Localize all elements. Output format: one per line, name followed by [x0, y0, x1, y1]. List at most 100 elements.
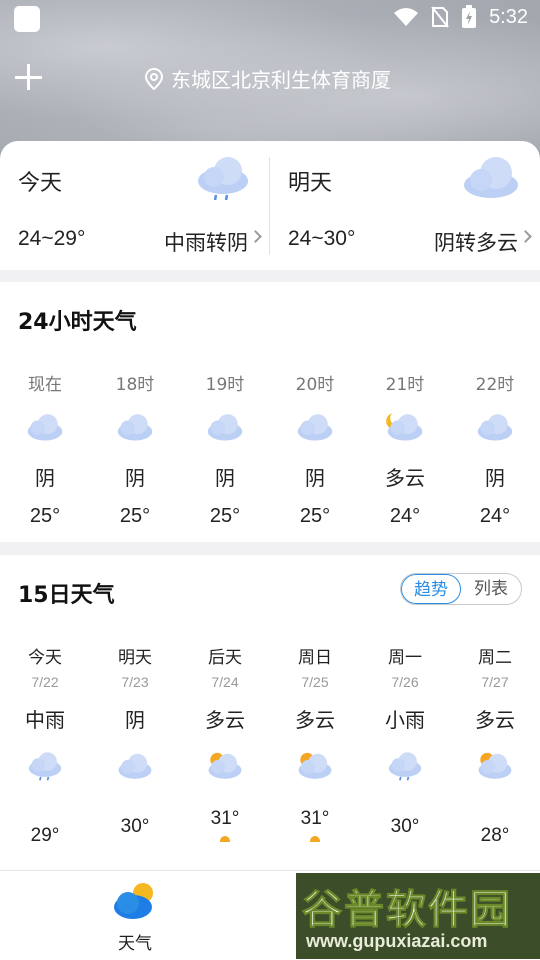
day-date: 7/23 — [121, 674, 149, 690]
day-item: 周一 7/26 小雨 30° — [360, 643, 450, 878]
daily-list[interactable]: 今天 7/22 中雨 29° 明天 7/23 阴 30° 后天 7/24 多云 31° 周日 7/25 多云… — [0, 643, 540, 878]
day-condition: 多云 — [295, 708, 335, 732]
hour-item: 现在阴 25° — [0, 370, 90, 530]
rain-icon — [0, 743, 90, 787]
hour-time: 现在 — [28, 375, 62, 395]
tomorrow-panel[interactable]: 明天 24~30° 阴转多云 — [270, 141, 540, 270]
day-condition: 多云 — [475, 708, 515, 732]
day-condition: 多云 — [205, 708, 245, 732]
status-bar: 5:32 — [0, 0, 540, 38]
tomorrow-label: 明天 — [288, 171, 333, 196]
partly-cloudy-icon — [270, 743, 360, 787]
hour-item: 21时多云 24° — [360, 370, 450, 530]
nav-weather-label: 天气 — [118, 934, 152, 954]
hour-temp: 25° — [29, 505, 61, 527]
weather-tab-icon — [114, 883, 153, 919]
status-icons: 5:32 — [393, 5, 528, 29]
chevron-right-icon — [519, 230, 532, 243]
location-row: 东城区北京利生体育商厦 — [0, 58, 540, 98]
day-high-temp: 28° — [480, 825, 510, 846]
today-panel[interactable]: 今天 24~29° 中雨转阴 — [0, 141, 270, 270]
hour-item: 20时阴 25° — [270, 370, 360, 530]
cloudy-icon — [462, 153, 520, 205]
day-date: 7/27 — [481, 674, 509, 690]
day-condition: 中雨 — [25, 708, 65, 732]
cloudy-icon — [270, 402, 360, 450]
daily-card: 15日天气 趋势 列表 今天 7/22 中雨 29° 明天 7/23 阴 30° 后天 7/24 多… — [0, 555, 540, 875]
hour-condition: 阴 — [35, 466, 55, 490]
day-date: 7/25 — [301, 674, 329, 690]
hourly-list[interactable]: 现在阴 25° 18时阴 25° 19时阴 25° 20时阴 25° 21时 多云 24° 22时阴 2… — [0, 370, 540, 530]
battery-charging-icon — [462, 5, 477, 28]
day-name: 后天 — [208, 648, 242, 668]
nav-weather[interactable]: 天气 — [90, 881, 180, 954]
day-item: 后天 7/24 多云 31° — [180, 643, 270, 878]
hour-temp: 24° — [389, 505, 421, 527]
hourly-title: 24小时天气 — [18, 310, 137, 335]
wifi-icon — [394, 8, 419, 26]
partly-cloudy-icon — [450, 743, 540, 787]
day-high-temp: 30° — [120, 816, 150, 837]
daily-title: 15日天气 — [18, 583, 115, 608]
day-date: 7/26 — [391, 674, 419, 690]
cloudy-icon — [90, 743, 180, 787]
day-name: 周一 — [388, 648, 422, 668]
notification-icon — [14, 6, 40, 32]
hour-temp: 25° — [299, 505, 331, 527]
status-time: 5:32 — [489, 5, 528, 28]
day-name: 周二 — [478, 648, 512, 668]
hour-condition: 多云 — [385, 466, 425, 490]
location[interactable]: 东城区北京利生体育商厦 — [145, 64, 391, 93]
day-high-temp: 31° — [210, 808, 240, 829]
today-condition: 中雨转阴 — [164, 231, 248, 255]
day-high-temp: 29° — [30, 825, 60, 846]
day-item: 明天 7/23 阴 30° — [90, 643, 180, 878]
add-city-icon[interactable] — [14, 62, 44, 92]
hour-condition: 阴 — [485, 466, 505, 490]
location-pin-icon — [145, 67, 163, 90]
cloudy-icon — [450, 402, 540, 450]
hourly-card: 24小时天气 现在阴 25° 18时阴 25° 19时阴 25° 20时阴 25° 21时 多云 2… — [0, 282, 540, 542]
day-name: 今天 — [28, 648, 62, 668]
day-item: 周二 7/27 多云 28° — [450, 643, 540, 878]
day-item: 周日 7/25 多云 31° — [270, 643, 360, 878]
list-tab[interactable]: 列表 — [461, 574, 521, 604]
hour-time: 21时 — [385, 375, 425, 395]
trend-tab[interactable]: 趋势 — [401, 574, 461, 604]
day-condition: 小雨 — [385, 708, 425, 732]
today-label: 今天 — [18, 171, 63, 196]
hour-condition: 阴 — [215, 466, 235, 490]
day-name: 周日 — [298, 648, 332, 668]
hour-item: 19时阴 25° — [180, 370, 270, 530]
cloudy-icon — [90, 402, 180, 450]
day-item: 今天 7/22 中雨 29° — [0, 643, 90, 878]
day-date: 7/22 — [31, 674, 59, 690]
day-date: 7/24 — [211, 674, 239, 690]
view-toggle: 趋势 列表 — [400, 573, 522, 605]
today-range: 24~29° — [18, 227, 86, 250]
hour-temp: 25° — [119, 505, 151, 527]
hour-time: 19时 — [205, 375, 245, 395]
no-sim-icon — [431, 6, 449, 28]
hour-time: 18时 — [115, 375, 155, 395]
hour-item: 22时阴 24° — [450, 370, 540, 530]
cloudy-icon — [0, 402, 90, 450]
today-tomorrow-card: 今天 24~29° 中雨转阴 明天 24~30° 阴转多云 — [0, 141, 540, 270]
watermark-url: www.gupuxiazai.com — [306, 931, 488, 951]
partly-cloudy-icon — [180, 743, 270, 787]
hour-item: 18时阴 25° — [90, 370, 180, 530]
trend-dot — [220, 836, 230, 842]
hour-condition: 阴 — [125, 466, 145, 490]
watermark: 谷普软件园 www.gupuxiazai.com — [296, 873, 540, 959]
partly-cloudy-night-icon — [360, 402, 450, 450]
trend-dot — [310, 836, 320, 842]
chevron-right-icon — [249, 230, 262, 243]
hour-temp: 24° — [479, 505, 511, 527]
day-condition: 阴 — [125, 708, 145, 732]
rain-icon — [360, 743, 450, 787]
watermark-text: 谷普软件园 — [302, 887, 512, 934]
location-text: 东城区北京利生体育商厦 — [171, 68, 391, 92]
day-name: 明天 — [118, 648, 152, 668]
tomorrow-range: 24~30° — [288, 227, 356, 250]
hour-condition: 阴 — [305, 466, 325, 490]
